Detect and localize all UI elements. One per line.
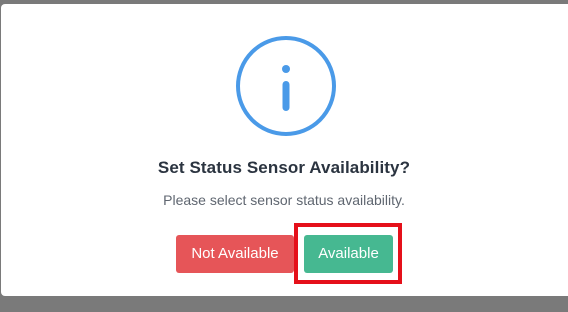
not-available-button[interactable]: Not Available [176, 235, 294, 273]
available-button[interactable]: Available [304, 235, 393, 273]
dialog-message: Please select sensor status availability… [163, 192, 405, 208]
info-icon [236, 36, 336, 136]
dialog-title: Set Status Sensor Availability? [157, 158, 411, 177]
